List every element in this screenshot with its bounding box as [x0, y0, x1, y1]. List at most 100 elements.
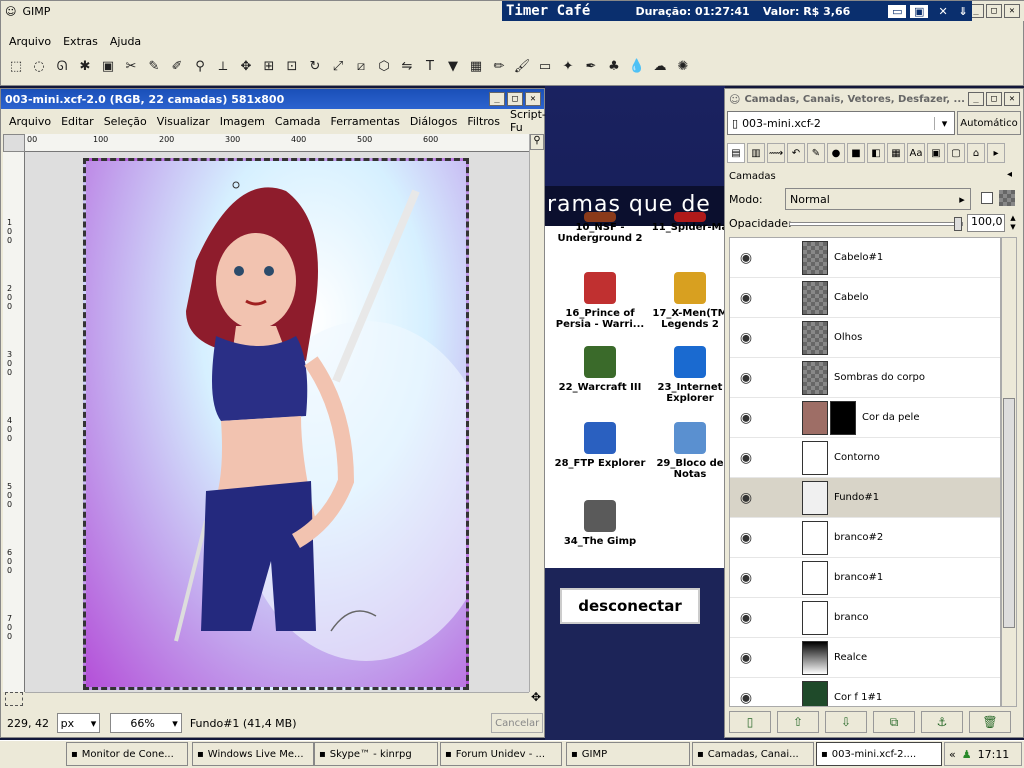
- scissors-tool-icon[interactable]: ✂: [120, 55, 142, 77]
- delete-layer-icon[interactable]: 🗑: [969, 711, 1011, 733]
- layers-close-button[interactable]: ✕: [1004, 92, 1020, 106]
- eye-icon[interactable]: ◉: [730, 370, 762, 386]
- taskbar-item[interactable]: ▪ 003-mini.xcf-2....: [816, 742, 942, 766]
- opacity-spinner[interactable]: ▲ ▼: [1007, 214, 1019, 232]
- layer-row[interactable]: ◉ Realce: [730, 638, 1000, 678]
- eye-icon[interactable]: ◉: [730, 650, 762, 666]
- image-menu-9[interactable]: Script-Fu: [510, 108, 546, 134]
- desktop-icon-8[interactable]: 34_The Gimp: [550, 500, 650, 547]
- color-select-tool-icon[interactable]: ▣: [97, 55, 119, 77]
- shear-tool-icon[interactable]: ⧄: [350, 55, 372, 77]
- anchor-layer-icon[interactable]: ⚓: [921, 711, 963, 733]
- desktop-icon-0[interactable]: 10_NSF - Underground 2: [550, 212, 650, 244]
- main-menu-2[interactable]: Ajuda: [110, 35, 141, 48]
- paths-tool-icon[interactable]: ✎: [143, 55, 165, 77]
- timer-icon-a[interactable]: ▭: [888, 4, 907, 18]
- main-menu-1[interactable]: Extras: [63, 35, 98, 48]
- quick-mask-icon[interactable]: [5, 692, 23, 706]
- tray-chevron-icon[interactable]: «: [949, 748, 956, 761]
- dock-tab-9-icon[interactable]: Aa: [907, 143, 925, 163]
- eye-icon[interactable]: ◉: [730, 410, 762, 426]
- image-menu-0[interactable]: Arquivo: [9, 115, 51, 128]
- dock-tab-11-icon[interactable]: ▢: [947, 143, 965, 163]
- eye-icon[interactable]: ◉: [730, 290, 762, 306]
- layer-row[interactable]: ◉ Cabelo: [730, 278, 1000, 318]
- new-layer-icon[interactable]: ▯: [729, 711, 771, 733]
- keep-transparency-checkbox[interactable]: [981, 192, 993, 204]
- desktop-icon-4[interactable]: 22_Warcraft III: [550, 346, 650, 393]
- measure-tool-icon[interactable]: ⟂: [212, 55, 234, 77]
- crop-tool-icon[interactable]: ⊡: [281, 55, 303, 77]
- eye-icon[interactable]: ◉: [730, 610, 762, 626]
- lower-layer-icon[interactable]: ⇩: [825, 711, 867, 733]
- disconnect-button[interactable]: desconectar: [560, 588, 700, 624]
- layer-row[interactable]: ◉ Contorno: [730, 438, 1000, 478]
- zoom-select[interactable]: 66% ▾: [110, 713, 182, 733]
- dock-tab-8-icon[interactable]: ▦: [887, 143, 905, 163]
- layer-row[interactable]: ◉ branco#1: [730, 558, 1000, 598]
- close-button[interactable]: ✕: [1004, 4, 1020, 18]
- color-picker-tool-icon[interactable]: ✐: [166, 55, 188, 77]
- ink-tool-icon[interactable]: ✒: [580, 55, 602, 77]
- taskbar-item[interactable]: ▪ Monitor de Cone...: [66, 742, 188, 766]
- image-close-button[interactable]: ✕: [525, 92, 541, 106]
- image-maximize-button[interactable]: □: [507, 92, 523, 106]
- eye-icon[interactable]: ◉: [730, 570, 762, 586]
- image-menu-4[interactable]: Imagem: [220, 115, 265, 128]
- cancel-button[interactable]: Cancelar: [491, 713, 543, 733]
- lasso-tool-icon[interactable]: ᘏ: [51, 55, 73, 77]
- maximize-button[interactable]: □: [986, 4, 1002, 18]
- desktop-icon-6[interactable]: 28_FTP Explorer: [550, 422, 650, 469]
- opacity-slider-handle[interactable]: [954, 217, 962, 231]
- clone-tool-icon[interactable]: ♣: [603, 55, 625, 77]
- dock-tab-10-icon[interactable]: ▣: [927, 143, 945, 163]
- main-menu-0[interactable]: Arquivo: [9, 35, 51, 48]
- paintbrush-tool-icon[interactable]: 🖌: [511, 55, 533, 77]
- image-menu-6[interactable]: Ferramentas: [331, 115, 400, 128]
- eye-icon[interactable]: ◉: [730, 450, 762, 466]
- dodge-tool-icon[interactable]: ✺: [672, 55, 694, 77]
- image-menu-2[interactable]: Seleção: [104, 115, 147, 128]
- ellipse-select-tool-icon[interactable]: ◌: [28, 55, 50, 77]
- image-menu-7[interactable]: Diálogos: [410, 115, 458, 128]
- raise-layer-icon[interactable]: ⇧: [777, 711, 819, 733]
- taskbar-item[interactable]: ▪ Camadas, Canai...: [692, 742, 814, 766]
- layers-maximize-button[interactable]: □: [986, 92, 1002, 106]
- rect-select-tool-icon[interactable]: ⬚: [5, 55, 27, 77]
- taskbar-item[interactable]: ▪ Forum Unidev - ...: [440, 742, 562, 766]
- eye-icon[interactable]: ◉: [730, 330, 762, 346]
- text-tool-icon[interactable]: T: [419, 55, 441, 77]
- image-menu-8[interactable]: Filtros: [467, 115, 500, 128]
- image-menu-5[interactable]: Camada: [275, 115, 321, 128]
- auto-button[interactable]: Automático: [957, 111, 1021, 135]
- layer-row[interactable]: ◉ branco#2: [730, 518, 1000, 558]
- panel-menu-icon[interactable]: ◂: [1007, 169, 1012, 180]
- scale-tool-icon[interactable]: ⤢: [327, 55, 349, 77]
- layer-row[interactable]: ◉ Cabelo#1: [730, 238, 1000, 278]
- navigate-icon[interactable]: ✥: [527, 690, 545, 706]
- dock-tab-5-icon[interactable]: ●: [827, 143, 845, 163]
- canvas-area[interactable]: [25, 152, 529, 692]
- blur-tool-icon[interactable]: 💧: [626, 55, 648, 77]
- flip-tool-icon[interactable]: ⇋: [396, 55, 418, 77]
- eye-icon[interactable]: ◉: [730, 530, 762, 546]
- taskbar-item[interactable]: ▪ Skype™ - kinrpg: [314, 742, 438, 766]
- opacity-slider[interactable]: [789, 217, 963, 231]
- scroll-thumb[interactable]: [1003, 398, 1015, 628]
- pencil-tool-icon[interactable]: ✏: [488, 55, 510, 77]
- dock-tab-12-icon[interactable]: ⌂: [967, 143, 985, 163]
- timer-icon-b[interactable]: ▣: [910, 4, 929, 18]
- eye-icon[interactable]: ◉: [730, 690, 762, 706]
- mode-select[interactable]: Normal ▸: [785, 188, 971, 210]
- vertical-scrollbar[interactable]: ⚲: [529, 134, 544, 692]
- duplicate-layer-icon[interactable]: ⧉: [873, 711, 915, 733]
- zoom-tool-icon[interactable]: ⚲: [189, 55, 211, 77]
- dock-tab-2-icon[interactable]: ⟿: [767, 143, 785, 163]
- image-menu-3[interactable]: Visualizar: [157, 115, 210, 128]
- layer-row[interactable]: ◉ Fundo#1: [730, 478, 1000, 518]
- dock-tab-6-icon[interactable]: ■: [847, 143, 865, 163]
- dock-tab-7-icon[interactable]: ◧: [867, 143, 885, 163]
- timer-close-icon[interactable]: ✕: [934, 5, 952, 18]
- layer-row[interactable]: ◉ branco: [730, 598, 1000, 638]
- align-tool-icon[interactable]: ⊞: [258, 55, 280, 77]
